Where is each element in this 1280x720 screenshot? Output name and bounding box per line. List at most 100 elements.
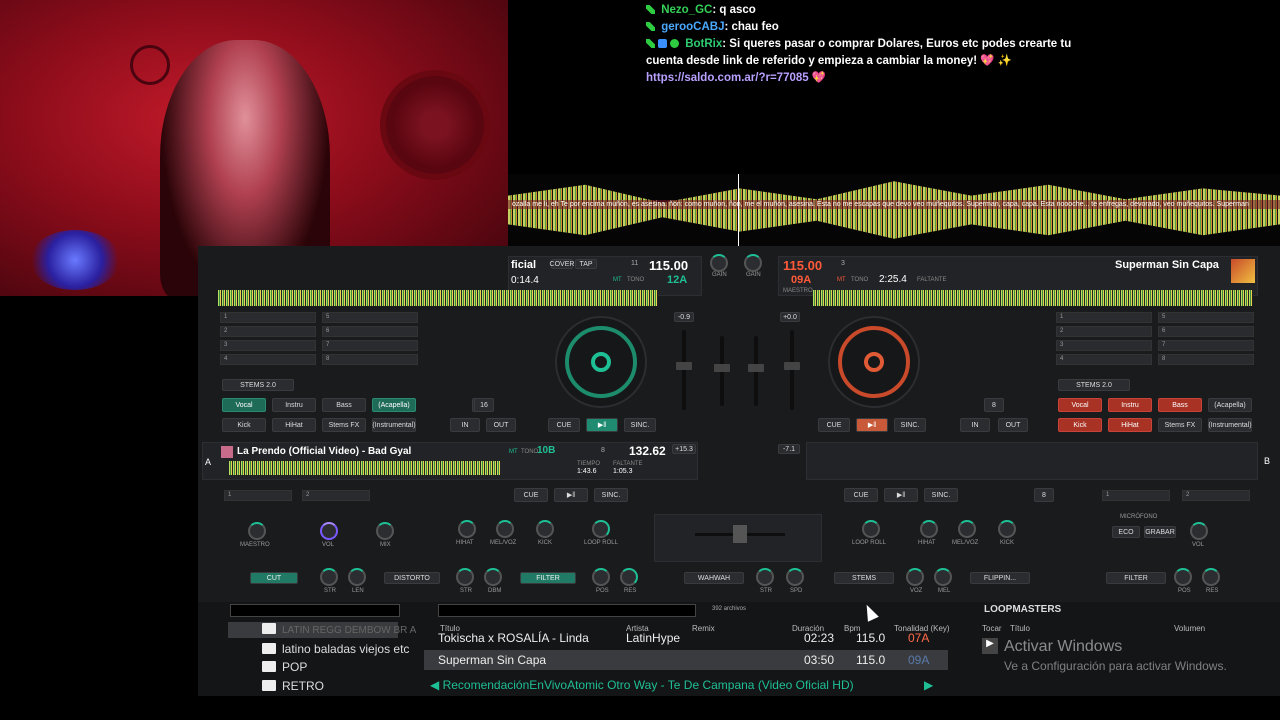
cue-slot[interactable]: 8 — [322, 354, 418, 365]
play-button[interactable]: ▶‖ — [856, 418, 888, 432]
cue-slot[interactable]: 2 — [1056, 326, 1152, 337]
right-jog-wheel[interactable] — [828, 316, 920, 408]
cue-slot[interactable]: 5 — [322, 312, 418, 323]
melvoz-knob[interactable] — [496, 520, 514, 538]
folder-item[interactable]: POP — [262, 660, 307, 674]
stem-acapella-button[interactable]: (Acapella) — [1208, 398, 1252, 412]
loop-roll-knob[interactable] — [592, 520, 610, 538]
cue-button[interactable]: CUE — [514, 488, 548, 502]
gain-knob[interactable] — [710, 254, 728, 272]
cue-slot[interactable]: 3 — [220, 340, 316, 351]
cue-slot[interactable]: 6 — [1158, 326, 1254, 337]
sync-button[interactable]: SINC. — [924, 488, 958, 502]
fx-select[interactable]: DISTORTO — [384, 572, 440, 584]
fx-select[interactable]: FILTER — [520, 572, 576, 584]
cue-slot[interactable]: 7 — [1158, 340, 1254, 351]
fx-knob[interactable] — [756, 568, 774, 586]
crossfader-handle[interactable] — [733, 525, 747, 543]
cue-slot[interactable]: 1 — [1056, 312, 1152, 323]
gain-knob[interactable] — [744, 254, 762, 272]
table-row[interactable]: Tokischa x ROSALÍA - Linda LatinHype 02:… — [424, 628, 948, 648]
mic-record-button[interactable]: GRABAR — [1144, 526, 1176, 538]
stem-hihat-button[interactable]: HiHat — [1108, 418, 1152, 432]
tap-button[interactable]: TAP — [575, 259, 597, 269]
cue-slot[interactable]: 7 — [322, 340, 418, 351]
stem-bass-button[interactable]: Bass — [322, 398, 366, 412]
mix-knob[interactable] — [376, 522, 394, 540]
cue-slot[interactable]: 1 — [220, 312, 316, 323]
table-row[interactable]: Superman Sin Capa 03:50 115.0 09A — [424, 650, 948, 670]
chat-username[interactable]: BotRix — [685, 38, 722, 50]
fx-knob[interactable] — [592, 568, 610, 586]
stems-select[interactable]: STEMS 2.0 — [222, 379, 294, 391]
cue-slot[interactable]: 8 — [1158, 354, 1254, 365]
fx-select[interactable]: FILTER — [1106, 572, 1166, 584]
fx-knob[interactable] — [906, 568, 924, 586]
stem-fx-button[interactable]: Stems FX — [1158, 418, 1202, 432]
cue-slot[interactable]: 4 — [220, 354, 316, 365]
cue-slot[interactable]: 3 — [1056, 340, 1152, 351]
fx-knob[interactable] — [484, 568, 502, 586]
volume-fader-right[interactable] — [748, 336, 764, 406]
cue-slot[interactable]: 1 — [1102, 490, 1170, 501]
pitch-fader[interactable] — [784, 330, 800, 410]
sync-button[interactable]: SINC. — [894, 418, 926, 432]
play-button[interactable]: ▶‖ — [586, 418, 618, 432]
loop-roll-knob[interactable] — [862, 520, 880, 538]
mic-echo-button[interactable]: ECO — [1112, 526, 1140, 538]
loop-out-button[interactable]: OUT — [998, 418, 1028, 432]
stem-acapella-button[interactable]: (Acapella) — [372, 398, 416, 412]
recommendation-bar[interactable]: ◀ RecomendaciónEnVivoAtomic Otro Way - T… — [430, 678, 854, 692]
cue-slot[interactable]: 5 — [1158, 312, 1254, 323]
fx-knob[interactable] — [320, 568, 338, 586]
prev-arrow-icon[interactable]: ◀ — [430, 678, 443, 692]
deck-a-waveform[interactable] — [229, 461, 501, 475]
cue-slot[interactable]: 4 — [1056, 354, 1152, 365]
sync-button[interactable]: SINC. — [624, 418, 656, 432]
stem-instru-button[interactable]: Instru — [272, 398, 316, 412]
fx-knob[interactable] — [786, 568, 804, 586]
stem-kick-button[interactable]: Kick — [1058, 418, 1102, 432]
loop-in-button[interactable]: IN — [450, 418, 480, 432]
cue-slot[interactable]: 2 — [220, 326, 316, 337]
right-deck-waveform[interactable] — [813, 290, 1253, 306]
stem-instru-button[interactable]: Instru — [1108, 398, 1152, 412]
cover-button[interactable]: COVER — [550, 259, 574, 269]
stem-fx-button[interactable]: Stems FX — [322, 418, 366, 432]
cue-button[interactable]: CUE — [818, 418, 850, 432]
play-button[interactable]: ▶‖ — [884, 488, 918, 502]
folder-item[interactable]: RETRO — [262, 679, 324, 693]
fx-knob[interactable] — [934, 568, 952, 586]
left-jog-wheel[interactable] — [555, 316, 647, 408]
cue-slot[interactable]: 1 — [224, 490, 292, 501]
chat-link[interactable]: https://saldo.com.ar/?r=77085 — [646, 72, 809, 84]
hihat-knob[interactable] — [458, 520, 476, 538]
folder-item[interactable]: LATIN REGG DEMBOW BR A — [262, 623, 416, 636]
play-button[interactable]: ▶‖ — [554, 488, 588, 502]
fx-knob[interactable] — [456, 568, 474, 586]
cue-button[interactable]: CUE — [844, 488, 878, 502]
fx-select[interactable]: STEMS — [834, 572, 894, 584]
hihat-knob[interactable] — [920, 520, 938, 538]
loop-out-button[interactable]: OUT — [486, 418, 516, 432]
sync-button[interactable]: SINC. — [594, 488, 628, 502]
stem-bass-button[interactable]: Bass — [1158, 398, 1202, 412]
left-deck-waveform[interactable] — [218, 290, 658, 306]
overview-waveform[interactable]: ozalla me li, eh Te por encima muñón, es… — [508, 174, 1280, 246]
cue-button[interactable]: CUE — [548, 418, 580, 432]
stem-hihat-button[interactable]: HiHat — [272, 418, 316, 432]
fx-select[interactable]: FLIPPIN... — [970, 572, 1030, 584]
kick-knob[interactable] — [998, 520, 1016, 538]
stem-instrumental-button[interactable]: (Instrumental) — [372, 418, 416, 432]
cue-slot[interactable]: 2 — [302, 490, 370, 501]
mic-volume-knob[interactable] — [1190, 522, 1208, 540]
master-knob[interactable] — [248, 522, 266, 540]
fx-select[interactable]: CUT — [250, 572, 298, 584]
next-arrow-icon[interactable]: ▶ — [924, 678, 933, 692]
chat-username[interactable]: Nezo_GC — [661, 4, 712, 16]
volume-knob[interactable] — [320, 522, 338, 540]
loop-in-button[interactable]: IN — [960, 418, 990, 432]
melvoz-knob[interactable] — [958, 520, 976, 538]
folder-item[interactable]: latino baladas viejos etc — [262, 642, 409, 656]
play-loop-icon[interactable]: ▶ — [982, 638, 998, 654]
